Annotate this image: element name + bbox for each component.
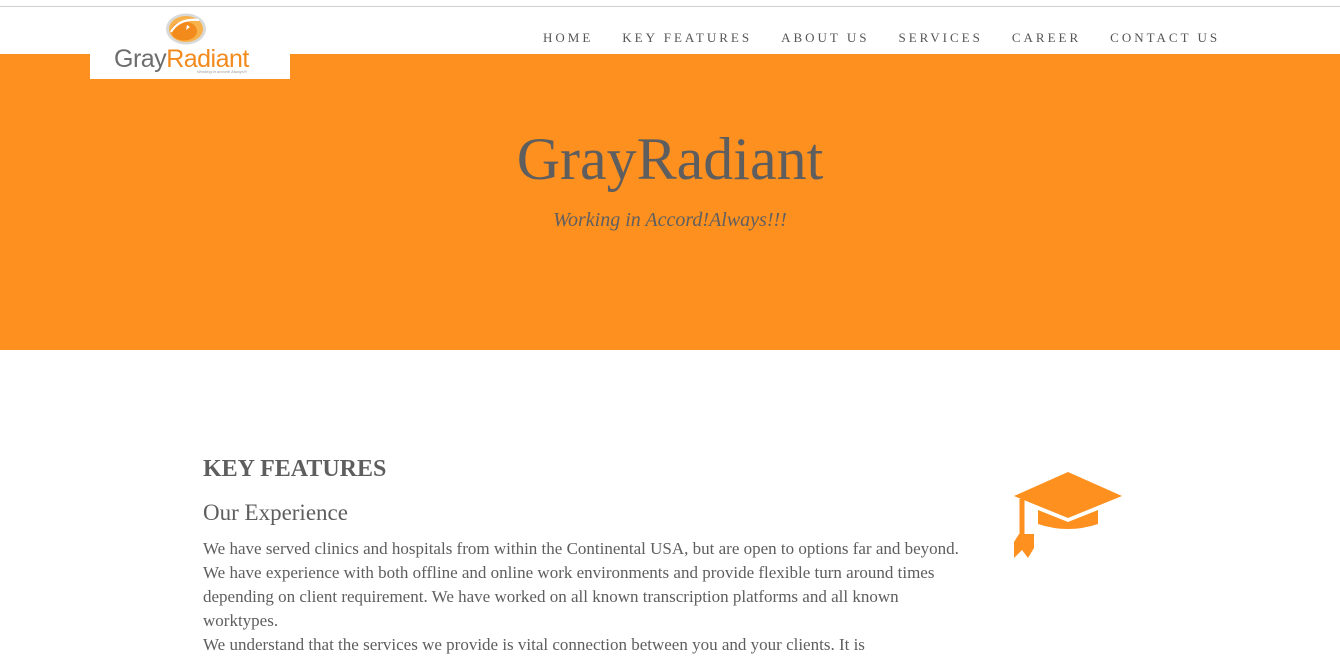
top-border (0, 0, 1340, 7)
section-subheading: Our Experience (203, 500, 348, 525)
paragraph-line: We have served clinics and hospitals fro… (203, 539, 959, 558)
nav-key-features[interactable]: KEY FEATURES (622, 30, 752, 46)
nav-contact-us[interactable]: CONTACT US (1110, 30, 1220, 46)
logo-emblem-icon (166, 13, 206, 45)
section-heading: KEY FEATURES (203, 456, 387, 482)
nav-menu: HOME KEY FEATURES ABOUT US SERVICES CARE… (543, 30, 1220, 46)
logo[interactable]: GrayRadiant Working in accord! Always!!! (90, 7, 290, 79)
experience-paragraph: We have served clinics and hospitals fro… (203, 537, 993, 657)
hero-subtitle: Working in Accord!Always!!! (553, 209, 787, 231)
paragraph-line: We have experience with both offline and… (203, 563, 935, 582)
graduation-cap-icon (1014, 472, 1122, 558)
paragraph-line: depending on client requirement. We have… (203, 587, 899, 606)
nav-services[interactable]: SERVICES (898, 30, 982, 46)
paragraph-line: worktypes. (203, 611, 279, 630)
hero-title: GrayRadiant (516, 126, 824, 192)
key-features-section: KEY FEATURES Our Experience We have serv… (203, 452, 993, 657)
logo-tagline: Working in accord! Always!!! (197, 69, 248, 74)
hero-banner: GrayRadiant Working in Accord!Always!!! (0, 54, 1340, 350)
nav-career[interactable]: CAREER (1012, 30, 1081, 46)
nav-about-us[interactable]: ABOUT US (781, 30, 869, 46)
paragraph-line: We understand that the services we provi… (203, 635, 865, 654)
nav-home[interactable]: HOME (543, 30, 593, 46)
